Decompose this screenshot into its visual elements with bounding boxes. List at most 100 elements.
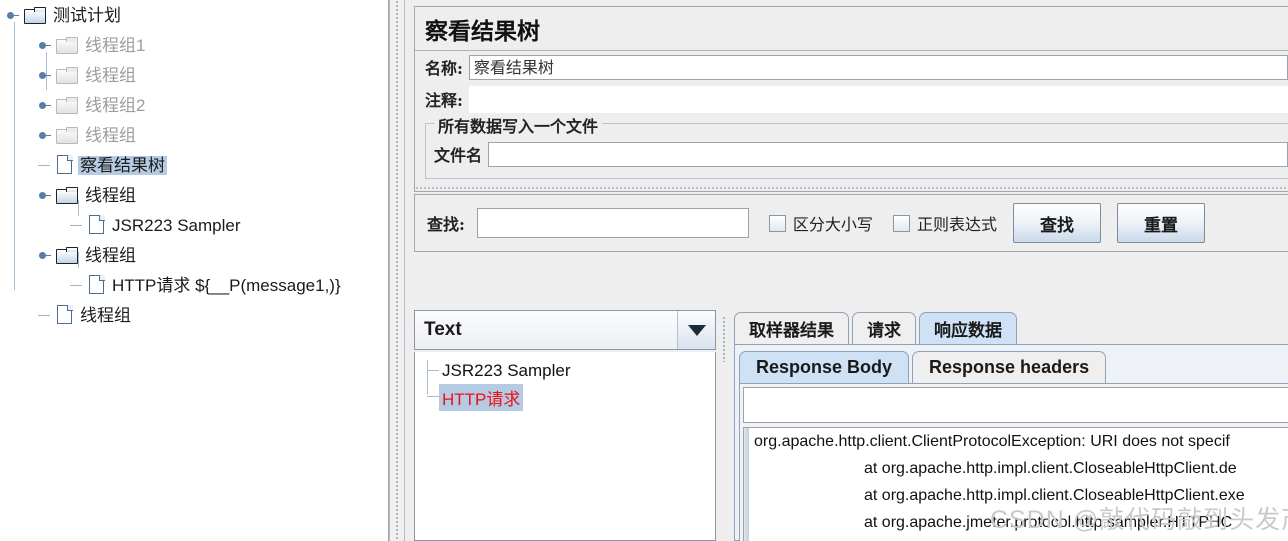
result-item-0[interactable]: JSR223 Sampler [415, 358, 715, 384]
result-item-label: JSR223 Sampler [442, 361, 571, 380]
tree-item-label: 线程组 [85, 125, 136, 145]
test-plan-tree-panel[interactable]: 测试计划 线程组1 线程组 线程组2 线程组 察看结果树 线程组 JSR223 Sampler… [0, 0, 389, 541]
tree-item-label: 察看结果树 [78, 155, 167, 175]
vertical-divider-grip-dots [722, 316, 727, 362]
write-all-data-group-title: 所有数据写入一个文件 [434, 113, 603, 137]
page-title: 察看结果树 [425, 17, 540, 45]
expand-toggle-icon[interactable] [38, 39, 51, 52]
comment-input[interactable] [468, 85, 1288, 113]
tree-item-2[interactable]: 线程组 [0, 60, 388, 90]
response-body-scrollbar[interactable] [744, 428, 749, 541]
folder-icon [56, 96, 78, 114]
response-info-field[interactable] [743, 387, 1288, 423]
name-label: 名称: [425, 59, 463, 78]
folder-icon [56, 126, 78, 144]
expand-toggle-icon[interactable] [6, 9, 19, 22]
folder-icon [56, 186, 78, 204]
tree-item-6[interactable]: 线程组 [0, 180, 388, 210]
filename-label: 文件名 [434, 146, 483, 165]
tree-item-8[interactable]: 线程组 [0, 240, 388, 270]
element-header-card: 察看结果树 名称: 察看结果树 注释: 所有数据写入一个文件 文件名 [414, 6, 1288, 192]
tree-item-10[interactable]: 线程组 [0, 300, 388, 330]
tree-item-7[interactable]: JSR223 Sampler [0, 210, 388, 240]
expand-toggle-icon[interactable] [38, 99, 51, 112]
tree-item-label: 线程组 [85, 185, 136, 205]
tree-item-0[interactable]: 测试计划 [0, 0, 388, 30]
chevron-down-icon[interactable] [677, 311, 715, 349]
detail-tab-body: Response Body Response headers org.apache… [734, 344, 1288, 541]
horizontal-split-divider[interactable] [389, 0, 405, 541]
case-sensitive-label: 区分大小写 [792, 215, 873, 234]
response-line-1: at org.apache.http.impl.client.Closeable… [864, 460, 1237, 477]
folder-icon [56, 66, 78, 84]
find-toolbar: 查找: 区分大小写 正则表达式 查找 重置 [414, 194, 1288, 252]
folder-icon [24, 6, 46, 24]
tree-leaf-connector-icon [70, 219, 83, 232]
tree-item-label: 线程组1 [85, 35, 146, 55]
document-icon [88, 215, 105, 235]
case-sensitive-box-icon [768, 214, 786, 232]
tree-item-label: HTTP请求 ${__P(message1,)} [112, 275, 341, 295]
results-detail-split: Text JSR223 Sampler HTTP请求 取样器结果 请求 响应数据 Re… [414, 310, 1288, 541]
panel-title-bar: 察看结果树 [415, 7, 1288, 51]
caret-glyph [687, 324, 706, 336]
tree-item-label: JSR223 Sampler [112, 215, 241, 235]
regex-box-icon [892, 214, 910, 232]
tree-item-9[interactable]: HTTP请求 ${__P(message1,)} [0, 270, 388, 300]
tab-0[interactable]: 取样器结果 [734, 312, 849, 344]
expand-toggle-icon[interactable] [38, 129, 51, 142]
result-tree-connector-icon [427, 396, 439, 397]
tree-item-5[interactable]: 察看结果树 [0, 150, 388, 180]
regex-label: 正则表达式 [916, 215, 997, 234]
find-button[interactable]: 查找 [1012, 203, 1101, 243]
document-icon [88, 275, 105, 295]
tab-2[interactable]: 响应数据 [919, 312, 1017, 344]
find-label: 查找: [427, 215, 465, 234]
result-item-label: HTTP请求 [439, 383, 524, 411]
write-all-data-groupbox: 所有数据写入一个文件 文件名 [425, 113, 1288, 179]
expand-toggle-icon[interactable] [38, 189, 51, 202]
vertical-split-divider[interactable] [718, 310, 732, 541]
find-input[interactable] [476, 208, 749, 238]
tree-leaf-connector-icon [70, 279, 83, 292]
name-field-row: 名称: 察看结果树 [415, 51, 1288, 83]
result-tree-connector-icon [427, 370, 439, 371]
comment-label: 注释: [425, 91, 463, 110]
document-icon [56, 305, 73, 325]
response-body-textarea[interactable]: org.apache.http.client.ClientProtocolExc… [743, 427, 1288, 541]
reset-button[interactable]: 重置 [1116, 203, 1205, 243]
result-item-1[interactable]: HTTP请求 [415, 383, 715, 411]
tree-item-1[interactable]: 线程组1 [0, 30, 388, 60]
tree-leaf-connector-icon [38, 309, 51, 322]
sample-results-tree[interactable]: JSR223 Sampler HTTP请求 [414, 352, 716, 541]
response-line-0: org.apache.http.client.ClientProtocolExc… [754, 433, 1230, 450]
tree-item-4[interactable]: 线程组 [0, 120, 388, 150]
tree-item-3[interactable]: 线程组2 [0, 90, 388, 120]
subtab-0[interactable]: Response Body [739, 351, 910, 383]
tree-item-label: 线程组 [85, 65, 136, 85]
sample-detail-pane: 取样器结果 请求 响应数据 Response Body Response header… [734, 310, 1288, 541]
tree-rows: 测试计划 线程组1 线程组 线程组2 线程组 察看结果树 线程组 JSR223 Sampler… [0, 0, 388, 330]
renderer-select[interactable]: Text [414, 310, 716, 350]
tree-item-label: 线程组 [80, 305, 131, 325]
tree-item-label: 测试计划 [53, 5, 121, 25]
tab-1[interactable]: 请求 [852, 312, 916, 344]
case-sensitive-checkbox[interactable]: 区分大小写 [768, 211, 873, 235]
response-line-3: at org.apache.jmeter.protocol.http.sampl… [864, 514, 1233, 531]
filename-input[interactable] [488, 141, 1288, 167]
filename-field-row: 文件名 [426, 138, 1288, 170]
name-input[interactable]: 察看结果树 [468, 54, 1288, 80]
regex-checkbox[interactable]: 正则表达式 [892, 211, 997, 235]
renderer-selected-value: Text [424, 319, 462, 340]
comment-field-row: 注释: [415, 83, 1288, 115]
document-icon [56, 155, 73, 175]
response-subtab-body: org.apache.http.client.ClientProtocolExc… [739, 383, 1288, 541]
response-body-lines: org.apache.http.client.ClientProtocolExc… [744, 428, 1288, 536]
response-subtabstrip: Response Body Response headers [739, 349, 1288, 383]
expand-toggle-icon[interactable] [38, 249, 51, 262]
folder-icon [56, 36, 78, 54]
expand-toggle-icon[interactable] [38, 69, 51, 82]
tree-item-label: 线程组 [85, 245, 136, 265]
jmeter-window: 测试计划 线程组1 线程组 线程组2 线程组 察看结果树 线程组 JSR223 Sampler… [0, 0, 1288, 541]
subtab-1[interactable]: Response headers [912, 351, 1107, 383]
